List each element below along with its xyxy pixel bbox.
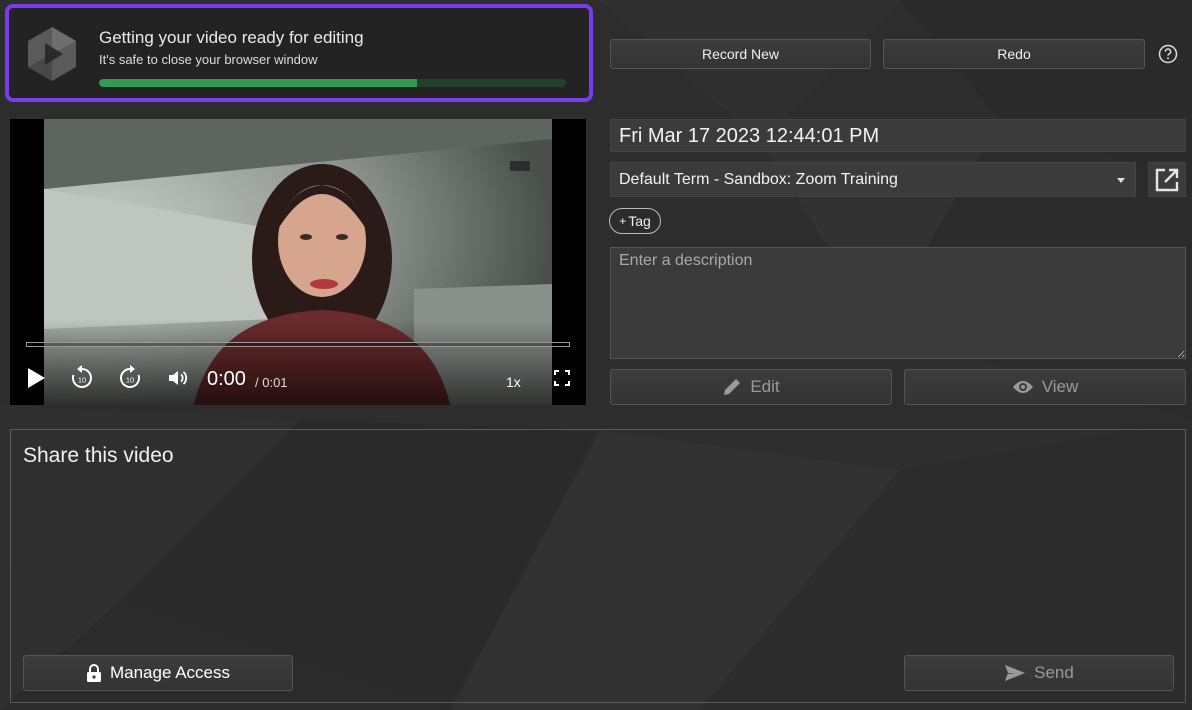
volume-icon[interactable] [166, 366, 190, 390]
lock-icon [86, 664, 101, 682]
rewind-10-icon[interactable]: 10 [68, 365, 96, 390]
view-label: View [1041, 377, 1079, 396]
send-label: Send [1034, 663, 1074, 682]
progress-fill [99, 79, 417, 87]
video-frame [44, 119, 552, 405]
video-player[interactable]: 10 10 0:00 / 0:01 1x [10, 119, 586, 405]
external-link-icon [1155, 168, 1179, 191]
edit-label: Edit [750, 377, 780, 396]
chevron-down-icon [1117, 178, 1125, 183]
manage-access-label: Manage Access [109, 663, 230, 682]
processing-banner: Getting your video ready for editing It'… [5, 4, 593, 102]
fullscreen-icon[interactable] [552, 366, 572, 390]
send-button[interactable]: Send [904, 655, 1174, 691]
current-time: 0:00 [207, 368, 246, 390]
manage-access-button[interactable]: Manage Access [23, 655, 293, 691]
play-icon[interactable] [24, 366, 48, 390]
share-panel: Share this video Manage Access Send [10, 429, 1186, 703]
banner-title: Getting your video ready for editing [99, 28, 364, 47]
help-circle-icon[interactable] [1158, 44, 1178, 64]
view-button[interactable]: View [904, 369, 1186, 405]
send-icon [1005, 665, 1026, 681]
pencil-icon [724, 379, 741, 395]
svg-text:10: 10 [126, 376, 134, 385]
folder-select-value: Default Term - Sandbox: Zoom Training [619, 171, 898, 188]
description-field[interactable] [610, 247, 1186, 359]
edit-button[interactable]: Edit [610, 369, 892, 405]
open-folder-button[interactable] [1148, 162, 1186, 197]
plus-icon: + [619, 214, 627, 228]
eye-icon [1012, 381, 1033, 393]
record-new-button[interactable]: Record New [610, 39, 871, 69]
duration: / 0:01 [255, 375, 288, 390]
redo-label: Redo [997, 46, 1031, 62]
seek-bar[interactable] [26, 342, 570, 347]
session-title-field[interactable]: Fri Mar 17 2023 12:44:01 PM [610, 119, 1186, 152]
banner-subtitle: It's safe to close your browser window [99, 52, 318, 67]
tag-label: Tag [628, 213, 651, 229]
add-tag-button[interactable]: + Tag [609, 208, 661, 234]
record-new-label: Record New [701, 46, 780, 62]
folder-select[interactable]: Default Term - Sandbox: Zoom Training [610, 162, 1136, 197]
forward-10-icon[interactable]: 10 [116, 365, 144, 390]
redo-button[interactable]: Redo [883, 39, 1145, 69]
processing-progress-bar [99, 79, 566, 87]
svg-text:10: 10 [78, 376, 86, 385]
panopto-logo-icon [28, 27, 76, 81]
playback-speed[interactable]: 1x [506, 374, 521, 390]
share-title: Share this video [23, 444, 174, 467]
